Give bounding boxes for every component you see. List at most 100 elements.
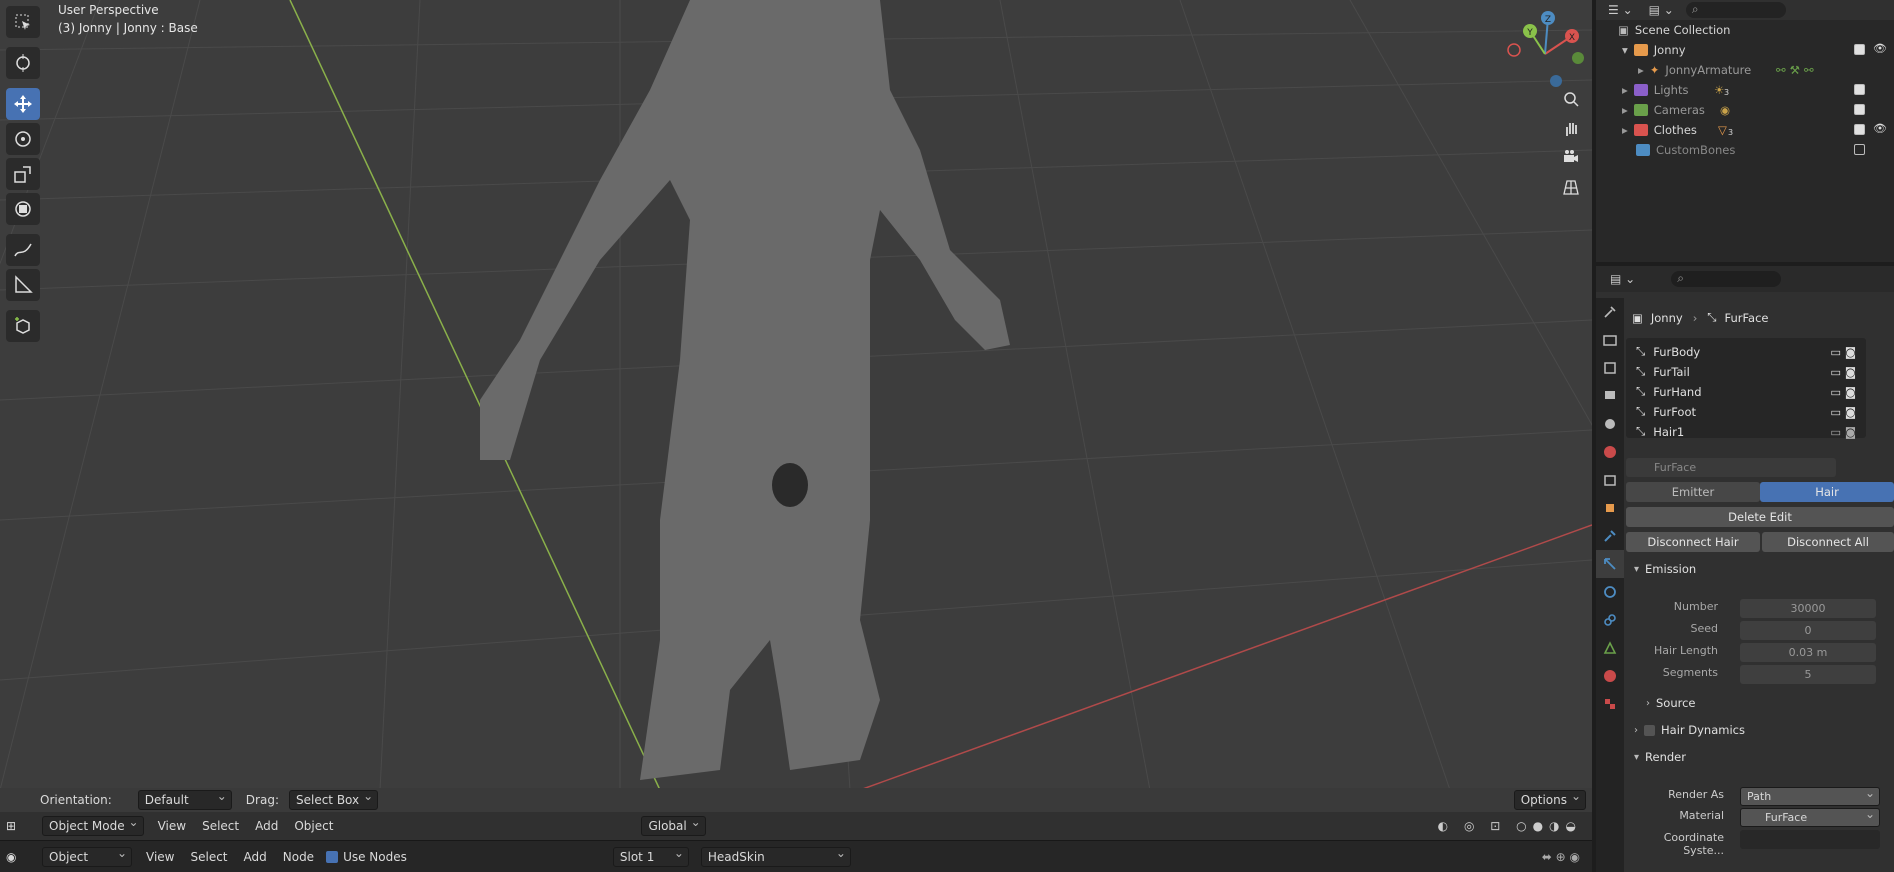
eye-icon[interactable]: 👁 xyxy=(1873,42,1887,55)
tab-physics[interactable] xyxy=(1596,578,1624,606)
disconnect-hair-button[interactable]: Disconnect Hair xyxy=(1626,532,1760,552)
coordinate-system-field[interactable] xyxy=(1740,830,1880,849)
outliner-search-input[interactable]: ⌕ xyxy=(1685,2,1786,18)
properties-editor-type[interactable]: ▤ ⌄ xyxy=(1610,272,1635,286)
particle-settings-field[interactable]: FurFace xyxy=(1626,458,1836,477)
tab-collection[interactable] xyxy=(1596,466,1624,494)
exclude-checkbox[interactable] xyxy=(1854,84,1865,95)
source-panel-header[interactable]: › Source xyxy=(1646,696,1696,710)
tab-scene[interactable] xyxy=(1596,410,1624,438)
view-menu[interactable]: View xyxy=(150,819,194,833)
move-tool[interactable] xyxy=(6,88,40,120)
particle-system-list[interactable]: ⤡ FurBody ▭ ◙ ⤡ FurTail ▭ ◙ ⤡ FurHand ▭ ◙ ⤡ Fur… xyxy=(1626,338,1866,439)
tab-particles[interactable] xyxy=(1596,550,1624,578)
outliner-item-jonny[interactable]: ▾ Jonny 👁 xyxy=(1596,40,1894,60)
slot-dropdown[interactable]: Slot 1 xyxy=(612,846,689,867)
use-nodes-checkbox[interactable] xyxy=(326,850,339,863)
outliner-item-clothes[interactable]: ▸ Clothes ▽ 3 👁 xyxy=(1596,120,1894,140)
perspective-toggle[interactable] xyxy=(1558,174,1584,200)
material-selector[interactable]: HeadSkin xyxy=(700,846,851,867)
orientation-dropdown[interactable]: Default xyxy=(137,789,232,810)
navigation-gizmo[interactable]: X Z Y xyxy=(1500,6,1590,96)
measure-tool[interactable] xyxy=(6,269,40,301)
visibility-icons[interactable]: ▭ ◙ xyxy=(1830,385,1856,399)
disconnect-all-button[interactable]: Disconnect All xyxy=(1762,532,1894,552)
outliner-item-custombones[interactable]: CustomBones xyxy=(1596,140,1894,160)
drag-dropdown[interactable]: Select Box xyxy=(288,789,379,810)
delete-edit-button[interactable]: Delete Edit xyxy=(1626,507,1894,527)
seed-field[interactable]: 0 xyxy=(1740,621,1876,640)
pan-button[interactable] xyxy=(1558,116,1584,142)
number-field[interactable]: 30000 xyxy=(1740,599,1876,618)
eye-icon[interactable]: 👁 xyxy=(1873,122,1887,135)
segments-field[interactable]: 5 xyxy=(1740,665,1876,684)
list-item[interactable]: ⤡ FurBody ▭ ◙ xyxy=(1636,344,1856,359)
exclude-checkbox[interactable] xyxy=(1854,44,1865,55)
shader-editor-type-icon[interactable]: ◉ xyxy=(6,850,36,864)
tab-texture[interactable] xyxy=(1596,690,1624,718)
hair-length-field[interactable]: 0.03 m xyxy=(1740,643,1876,662)
editor-type-icon[interactable]: ⊞ xyxy=(6,819,36,833)
select-box-tool[interactable] xyxy=(6,6,40,38)
transform-orientation-dropdown[interactable]: Global xyxy=(641,815,706,836)
cursor-tool[interactable] xyxy=(6,47,40,79)
expand-chevron-icon[interactable]: ▸ xyxy=(1638,63,1644,77)
shader-select-menu[interactable]: Select xyxy=(182,850,235,864)
list-item[interactable]: ⤡ FurTail ▭ ◙ xyxy=(1636,364,1856,379)
render-panel-header[interactable]: ▾ Render xyxy=(1634,750,1686,764)
mode-dropdown[interactable]: Object Mode xyxy=(42,815,144,836)
outliner-filter-icon[interactable]: ▤ ⌄ xyxy=(1649,3,1674,17)
tab-world[interactable] xyxy=(1596,438,1624,466)
visibility-icons[interactable]: ▭ ◙ xyxy=(1830,365,1856,379)
list-item[interactable]: ⤡ Hair1 ▭ ◙ xyxy=(1636,424,1856,439)
properties-search-input[interactable]: ⌕ xyxy=(1671,271,1782,287)
rotate-tool[interactable] xyxy=(6,123,40,155)
tab-modifiers[interactable] xyxy=(1596,522,1624,550)
list-item[interactable]: ⤡ FurHand ▭ ◙ xyxy=(1636,384,1856,399)
tab-constraints[interactable] xyxy=(1596,606,1624,634)
visibility-icons[interactable]: ▭ ◙ xyxy=(1830,405,1856,419)
add-menu[interactable]: Add xyxy=(247,819,286,833)
emission-panel-header[interactable]: ▾ Emission xyxy=(1634,562,1696,576)
outliner-display-mode[interactable]: ☰ ⌄ xyxy=(1608,3,1633,17)
expand-chevron-icon[interactable]: ▸ xyxy=(1622,123,1628,137)
hair-dynamics-checkbox[interactable] xyxy=(1644,724,1655,736)
tab-tool[interactable] xyxy=(1596,298,1624,326)
render-as-dropdown[interactable]: Path xyxy=(1740,786,1880,806)
scene-collection-row[interactable]: ▣ Scene Collection xyxy=(1596,20,1894,40)
shader-header-icons[interactable]: ⬌ ⊕ ◉ xyxy=(1542,850,1580,864)
object-menu[interactable]: Object xyxy=(286,819,341,833)
tab-data[interactable] xyxy=(1596,634,1624,662)
tab-output[interactable] xyxy=(1596,354,1624,382)
zoom-button[interactable] xyxy=(1558,86,1584,112)
shader-node-menu[interactable]: Node xyxy=(275,850,322,864)
annotate-tool[interactable] xyxy=(6,234,40,266)
shader-view-menu[interactable]: View xyxy=(138,850,182,864)
tab-render[interactable] xyxy=(1596,326,1624,354)
tab-material[interactable] xyxy=(1596,662,1624,690)
scale-tool[interactable] xyxy=(6,158,40,190)
expand-chevron-icon[interactable]: ▾ xyxy=(1622,43,1628,57)
outliner-item-cameras[interactable]: ▸ Cameras ◉ xyxy=(1596,100,1894,120)
outliner-item-lights[interactable]: ▸ Lights ☀ 3 xyxy=(1596,80,1894,100)
visibility-icons[interactable]: ▭ ◙ xyxy=(1830,425,1856,439)
tab-object[interactable] xyxy=(1596,494,1624,522)
select-menu[interactable]: Select xyxy=(194,819,247,833)
outliner-item-jonnyarmature[interactable]: ▸ ✦ JonnyArmature ⚯⚒⚯ xyxy=(1596,60,1894,80)
hair-dynamics-panel-header[interactable]: › Hair Dynamics xyxy=(1634,723,1745,737)
add-cube-tool[interactable] xyxy=(6,310,40,342)
tab-hair[interactable]: Hair xyxy=(1760,482,1894,502)
exclude-checkbox[interactable] xyxy=(1854,144,1865,155)
options-dropdown[interactable]: Options xyxy=(1513,789,1586,810)
material-dropdown[interactable]: FurFace xyxy=(1740,807,1880,827)
exclude-checkbox[interactable] xyxy=(1854,104,1865,115)
object-type-dropdown[interactable]: Object xyxy=(42,846,132,867)
shading-buttons[interactable]: ◐ ◎ ⊡ ○●◑◒ xyxy=(1438,819,1582,833)
3d-viewport[interactable]: User Perspective (3) Jonny | Jonny : Bas… xyxy=(0,0,1592,790)
visibility-icons[interactable]: ▭ ◙ xyxy=(1830,345,1856,359)
expand-chevron-icon[interactable]: ▸ xyxy=(1622,83,1628,97)
tab-emitter[interactable]: Emitter xyxy=(1626,482,1760,502)
transform-tool[interactable] xyxy=(6,193,40,225)
tab-view-layer[interactable] xyxy=(1596,382,1624,410)
camera-view-button[interactable] xyxy=(1558,144,1584,170)
